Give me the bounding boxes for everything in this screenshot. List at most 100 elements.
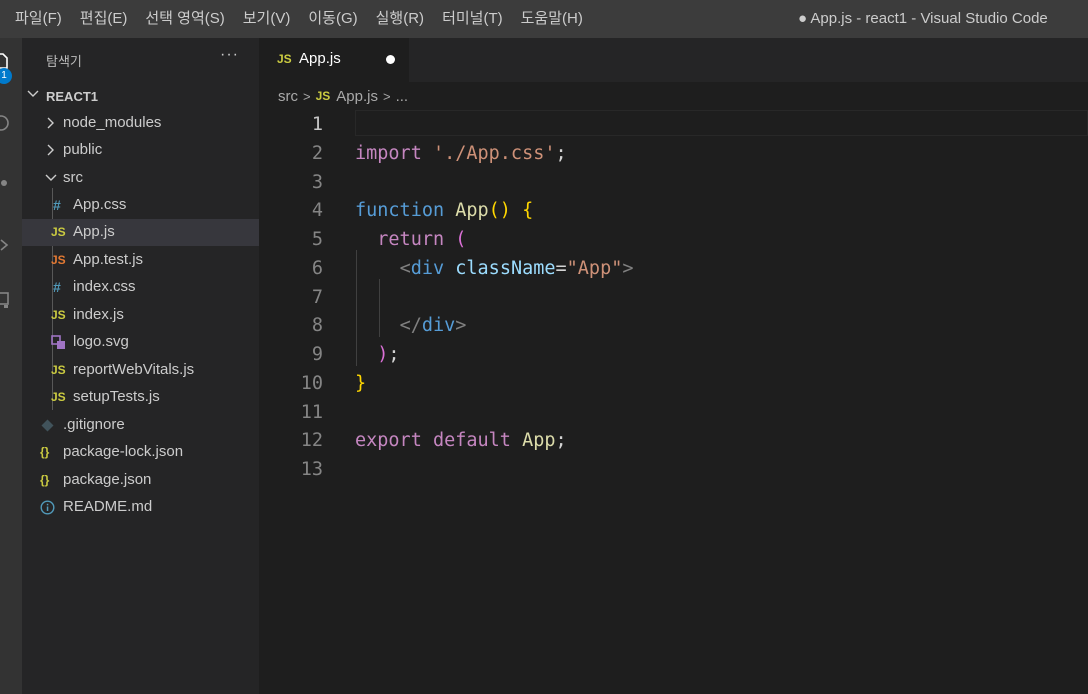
menu-view[interactable]: 보기(V) (234, 0, 300, 38)
code-line: 1 (259, 110, 1088, 139)
tree-item-label: README.md (63, 498, 153, 515)
breadcrumb: src > JS App.js > ... (278, 85, 408, 107)
menu-terminal[interactable]: 터미널(T) (433, 0, 512, 38)
token: App (522, 430, 556, 451)
token: export (355, 430, 422, 451)
line-number: 5 (311, 229, 323, 250)
explorer-header: 탐색기 ··· (22, 38, 259, 80)
token: return (377, 229, 445, 250)
chevron-right-icon: > (382, 88, 391, 104)
tree-item-app-css[interactable]: # App.css (22, 192, 259, 219)
source-control-icon[interactable] (0, 174, 10, 192)
tree-item-label: package.json (63, 471, 152, 488)
js-file-icon: JS (51, 308, 66, 322)
unsaved-dot-icon[interactable] (386, 55, 395, 64)
chevron-down-icon (27, 90, 39, 97)
token: ; (388, 344, 400, 365)
tree-item-package-json[interactable]: {} package.json (22, 467, 259, 494)
code-line: 6 <div className="App"> (259, 254, 1088, 283)
code-text: export default App; (355, 428, 567, 453)
line-number: 11 (300, 402, 323, 423)
svg-file-icon (51, 335, 65, 349)
menu-go[interactable]: 이동(G) (299, 0, 366, 38)
menu-selection[interactable]: 선택 영역(S) (136, 0, 233, 38)
code-line: 9 ); (259, 340, 1088, 369)
tree-item-index-js[interactable]: JS index.js (22, 302, 259, 329)
tree-item-public[interactable]: public (22, 137, 259, 164)
tree-item-app-test-js[interactable]: JS App.test.js (22, 247, 259, 274)
line-number: 4 (311, 200, 323, 221)
menu-run[interactable]: 실행(R) (367, 0, 433, 38)
line-number: 12 (300, 430, 323, 451)
search-icon[interactable] (0, 114, 10, 132)
more-actions-icon[interactable]: ··· (220, 46, 239, 64)
breadcrumb-more[interactable]: ... (396, 88, 409, 105)
tree-item-setup-tests[interactable]: JS setupTests.js (22, 384, 259, 411)
menu-help[interactable]: 도움말(H) (512, 0, 592, 38)
json-file-icon: {} (40, 473, 50, 487)
code-line: 2 import './App.css'; (259, 139, 1088, 168)
project-root[interactable]: REACT1 (22, 81, 259, 108)
line-number: 13 (300, 459, 323, 480)
tree-item-label: index.js (73, 306, 124, 323)
explorer-sidebar: 탐색기 ··· REACT1 node_modules public src #… (22, 38, 259, 694)
token: div (410, 258, 445, 279)
menu-file[interactable]: 파일(F) (6, 0, 71, 38)
title-bar: 파일(F) 편집(E) 선택 영역(S) 보기(V) 이동(G) 실행(R) 터… (0, 0, 1088, 38)
chevron-down-icon (45, 174, 57, 181)
code-line: 5 return ( (259, 225, 1088, 254)
menu-edit[interactable]: 편집(E) (71, 0, 137, 38)
js-file-icon: JS (315, 89, 331, 103)
token: className (455, 258, 556, 279)
token: ; (555, 143, 567, 164)
git-file-icon (41, 419, 54, 432)
tree-item-label: node_modules (63, 114, 162, 131)
editor-area: JS App.js src > JS App.js > ... 1 2 impo… (259, 38, 1088, 694)
token: div (421, 315, 456, 336)
token: ) (377, 344, 389, 365)
token: = (555, 258, 567, 279)
tab-app-js[interactable]: JS App.js (259, 38, 409, 82)
code-line: 13 (259, 455, 1088, 484)
current-line-highlight (355, 110, 1088, 136)
tree-item-label: App.js (73, 223, 115, 240)
tree-item-package-lock[interactable]: {} package-lock.json (22, 439, 259, 466)
token: > (455, 315, 467, 336)
tree-item-label: logo.svg (73, 333, 129, 350)
tree-item-gitignore[interactable]: .gitignore (22, 412, 259, 439)
extensions-icon[interactable] (0, 290, 10, 308)
tree-item-node-modules[interactable]: node_modules (22, 110, 259, 137)
tree-item-report-web-vitals[interactable]: JS reportWebVitals.js (22, 357, 259, 384)
tree-item-label: reportWebVitals.js (73, 361, 195, 378)
breadcrumb-folder[interactable]: src (278, 88, 298, 105)
token: } (355, 373, 367, 394)
code-text: import './App.css'; (355, 141, 567, 166)
run-debug-icon[interactable] (0, 236, 10, 254)
tree-item-app-js[interactable]: JS App.js (22, 219, 259, 246)
breadcrumb-file[interactable]: App.js (336, 88, 378, 105)
tree-item-label: package-lock.json (63, 443, 184, 460)
chevron-right-icon: > (303, 88, 311, 104)
tree-item-src[interactable]: src (22, 165, 259, 192)
code-line: 11 (259, 398, 1088, 427)
token: "App" (566, 258, 623, 279)
token: ; (555, 430, 567, 451)
tree-item-logo-svg[interactable]: logo.svg (22, 329, 259, 356)
tree-item-label: index.css (73, 278, 136, 295)
token: > (622, 258, 634, 279)
token: </ (399, 315, 422, 336)
code-line: 8 </div> (259, 311, 1088, 340)
tree-item-label: setupTests.js (73, 388, 160, 405)
tree-item-readme[interactable]: README.md (22, 494, 259, 521)
token: function (355, 200, 445, 221)
js-test-file-icon: JS (51, 253, 66, 267)
line-number: 9 (311, 344, 323, 365)
line-number: 3 (311, 172, 323, 193)
menu-bar: 파일(F) 편집(E) 선택 영역(S) 보기(V) 이동(G) 실행(R) 터… (6, 0, 592, 38)
code-text: <div className="App"> (355, 256, 634, 281)
code-line: 7 (259, 283, 1088, 312)
js-file-icon: JS (51, 363, 66, 377)
line-number: 7 (311, 287, 323, 308)
tree-item-index-css[interactable]: # index.css (22, 274, 259, 301)
code-line: 4 function App() { (259, 196, 1088, 225)
